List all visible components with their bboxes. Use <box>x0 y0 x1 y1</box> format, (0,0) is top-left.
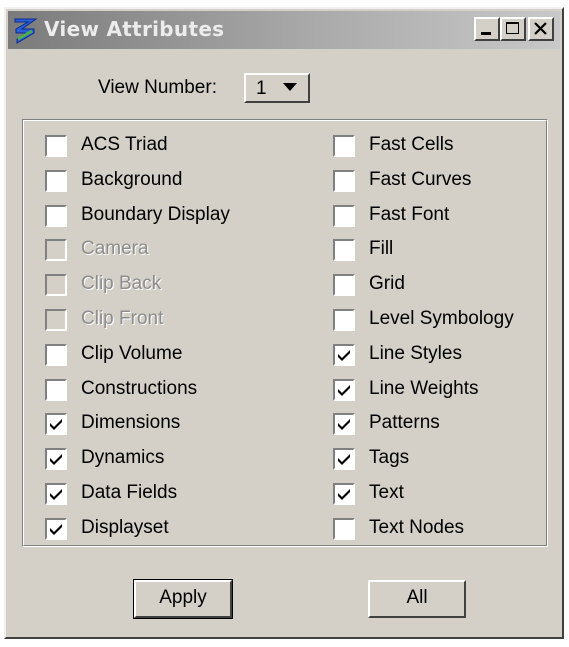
checkbox-clip-front <box>45 309 67 331</box>
checkbox-label-boundary-display: Boundary Display <box>81 203 230 225</box>
checkbox-grid[interactable] <box>333 274 355 297</box>
checkbox-dimensions[interactable] <box>45 413 67 436</box>
view-attributes-dialog: View Attributes View Number: 1 ACS Triad… <box>4 7 564 639</box>
checkbox-clip-back <box>45 274 67 297</box>
checkmark-icon <box>338 384 350 396</box>
checkbox-label-camera: Camera <box>81 238 149 260</box>
checkbox-label-dynamics: Dynamics <box>81 447 165 469</box>
checkmark-icon <box>338 454 350 466</box>
checkmark-icon <box>338 489 350 500</box>
checkbox-label-grid: Grid <box>369 273 405 295</box>
checkbox-patterns[interactable] <box>333 413 355 436</box>
checkbox-label-clip-front: Clip Front <box>81 308 164 329</box>
checkmark-icon <box>338 349 350 361</box>
apply-button[interactable]: Apply <box>133 579 233 619</box>
checkbox-background[interactable] <box>45 169 67 192</box>
microstation-logo-icon <box>12 15 40 45</box>
view-number-value: 1 <box>256 78 267 99</box>
checkbox-label-fast-curves: Fast Curves <box>369 168 472 190</box>
checkbox-label-fill: Fill <box>369 238 394 260</box>
chevron-down-icon <box>283 83 297 91</box>
checkbox-label-dimensions: Dimensions <box>81 412 181 434</box>
checkbox-constructions[interactable] <box>45 378 67 401</box>
minimize-button[interactable] <box>474 17 500 41</box>
close-icon <box>534 22 547 35</box>
checkbox-dynamics[interactable] <box>45 448 67 471</box>
checkmark-icon <box>50 489 62 500</box>
checkbox-tags[interactable] <box>333 448 355 471</box>
checkbox-label-fast-font: Fast Font <box>369 203 450 225</box>
checkbox-label-displayset: Displayset <box>81 516 169 538</box>
checkbox-line-styles[interactable] <box>333 343 355 366</box>
checkbox-text-nodes[interactable] <box>333 517 355 540</box>
checkbox-fast-curves[interactable] <box>333 169 355 192</box>
maximize-icon <box>506 22 519 34</box>
checkbox-label-fast-cells: Fast Cells <box>369 134 454 155</box>
checkbox-clip-volume[interactable] <box>45 343 67 366</box>
checkmark-icon <box>50 454 62 466</box>
checkbox-label-line-weights: Line Weights <box>369 377 479 399</box>
checkbox-fill[interactable] <box>333 239 355 262</box>
attributes-group: ACS Triad Background Boundary Display Camer… <box>22 119 548 547</box>
close-button[interactable] <box>528 17 554 41</box>
checkbox-fast-font[interactable] <box>333 204 355 227</box>
checkbox-label-constructions: Constructions <box>81 377 198 399</box>
checkbox-boundary-display[interactable] <box>45 204 67 227</box>
view-number-dropdown[interactable]: 1 <box>244 73 310 103</box>
title-bar[interactable]: View Attributes <box>8 11 560 49</box>
view-number-label: View Number: <box>98 77 217 98</box>
checkbox-label-line-styles: Line Styles <box>369 342 462 364</box>
checkbox-label-tags: Tags <box>369 447 410 469</box>
checkbox-displayset[interactable] <box>45 517 67 540</box>
checkbox-label-text: Text <box>369 482 404 503</box>
checkbox-level-symbology[interactable] <box>333 309 355 331</box>
checkbox-label-background: Background <box>81 168 183 190</box>
checkbox-line-weights[interactable] <box>333 378 355 401</box>
checkbox-label-level-symbology: Level Symbology <box>369 308 514 329</box>
checkmark-icon <box>50 523 62 535</box>
checkbox-label-clip-back: Clip Back <box>81 273 162 295</box>
checkbox-fast-cells[interactable] <box>333 135 355 157</box>
checkbox-label-acs-triad: ACS Triad <box>81 134 168 155</box>
all-button[interactable]: All <box>368 580 466 618</box>
maximize-button[interactable] <box>500 17 526 41</box>
checkbox-camera <box>45 239 67 262</box>
checkbox-label-text-nodes: Text Nodes <box>369 516 465 538</box>
checkbox-acs-triad[interactable] <box>45 135 67 157</box>
checkbox-text[interactable] <box>333 483 355 505</box>
checkbox-label-patterns: Patterns <box>369 412 440 434</box>
checkmark-icon <box>50 419 62 431</box>
checkbox-label-clip-volume: Clip Volume <box>81 342 183 364</box>
checkmark-icon <box>338 419 350 431</box>
checkbox-data-fields[interactable] <box>45 483 67 505</box>
checkbox-label-data-fields: Data Fields <box>81 482 178 503</box>
window-title: View Attributes <box>44 17 225 41</box>
minimize-icon <box>481 32 491 35</box>
